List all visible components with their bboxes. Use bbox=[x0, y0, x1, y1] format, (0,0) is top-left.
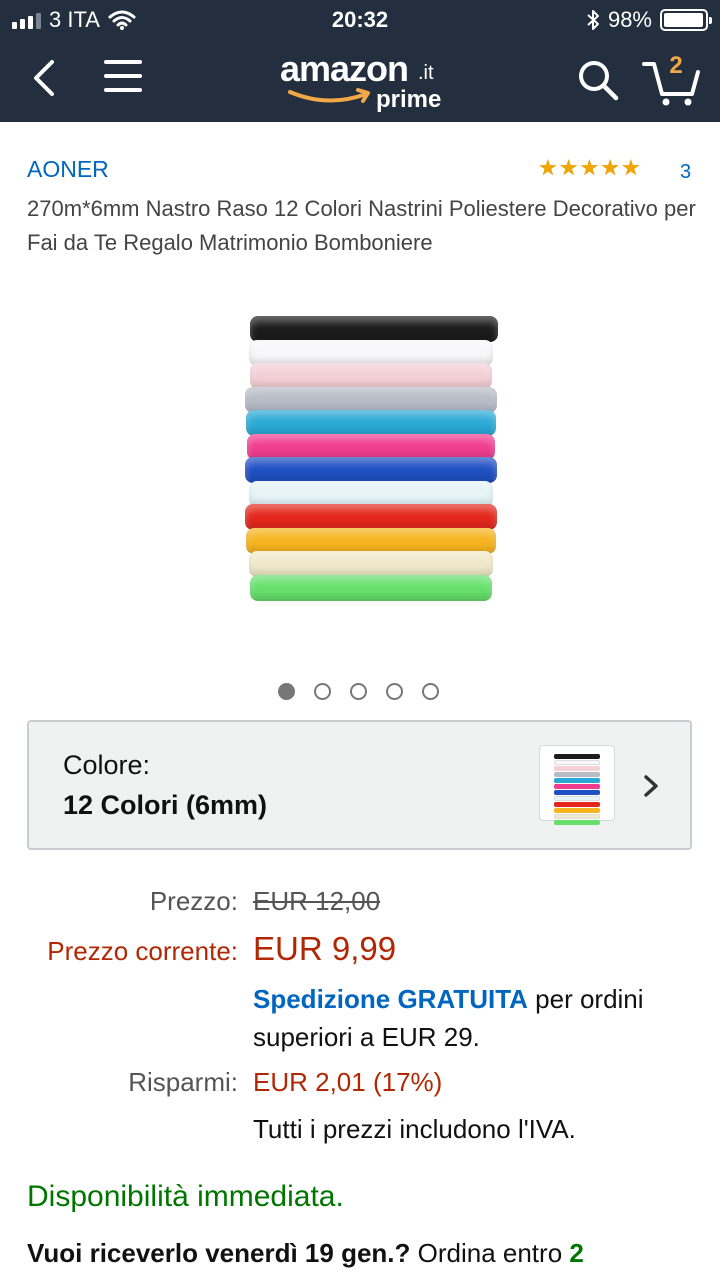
ribbon-spool bbox=[245, 386, 497, 413]
ribbon-spool bbox=[246, 410, 496, 436]
swatch-stripe bbox=[554, 814, 600, 819]
ribbon-spool bbox=[250, 316, 498, 342]
star-icon: ★ bbox=[620, 155, 641, 180]
savings-label: Risparmi: bbox=[128, 1067, 238, 1097]
bluetooth-icon bbox=[587, 10, 599, 30]
status-right: 98% bbox=[586, 7, 712, 33]
swatch-stripe bbox=[554, 766, 600, 771]
battery-icon bbox=[660, 9, 712, 31]
pager-dot[interactable] bbox=[350, 683, 367, 700]
star-icon: ★ bbox=[558, 155, 579, 180]
ribbon-spool bbox=[249, 551, 493, 577]
swatch-stripe bbox=[554, 802, 600, 807]
swatch-stripe bbox=[554, 820, 600, 825]
product-title: 270m*6mm Nastro Raso 12 Colori Nastrini … bbox=[27, 196, 696, 255]
savings-value: EUR 2,01 (17%) bbox=[253, 1067, 443, 1097]
rating-count[interactable]: 3 bbox=[680, 161, 691, 184]
pager-dot[interactable] bbox=[422, 683, 439, 700]
swatch-stripe bbox=[554, 784, 600, 789]
star-icon: ★ bbox=[600, 155, 620, 180]
ribbon-spool bbox=[245, 504, 497, 530]
ribbon-spool bbox=[245, 457, 497, 483]
ribbon-spool bbox=[250, 574, 492, 601]
star-icon: ★ bbox=[579, 155, 600, 180]
pager-dot[interactable] bbox=[314, 683, 331, 700]
list-price-value: EUR 12,00 bbox=[253, 886, 381, 916]
pager-dot[interactable] bbox=[278, 683, 295, 700]
swatch-stripe bbox=[554, 760, 600, 765]
status-bar: 3 ITA 20:32 98% bbox=[0, 0, 720, 40]
delivery-countdown: 2 bbox=[569, 1238, 584, 1268]
swatch-stripe bbox=[554, 796, 600, 801]
list-price-label: Prezzo: bbox=[149, 886, 238, 916]
color-selector[interactable]: Colore: 12 Colori (6mm) bbox=[27, 720, 692, 850]
ribbon-spool bbox=[247, 433, 495, 460]
selector-label: Colore: bbox=[63, 750, 151, 780]
ribbon-spool bbox=[249, 339, 493, 366]
cart-count-badge: 2 bbox=[669, 52, 683, 79]
vat-note: Tutti i prezzi includono l'IVA. bbox=[253, 1114, 576, 1144]
nav-bar: amazon .it prime 2 bbox=[0, 40, 720, 122]
cart-button[interactable]: 2 bbox=[640, 52, 702, 106]
ribbon-spool bbox=[250, 363, 492, 389]
search-icon[interactable] bbox=[576, 58, 620, 102]
free-shipping-link[interactable]: Spedizione GRATUITA bbox=[253, 984, 528, 1014]
availability-status: Disponibilità immediata. bbox=[27, 1180, 344, 1213]
top-bar: 3 ITA 20:32 98% amazon .it prime 2 bbox=[0, 0, 720, 122]
shipping-info: Spedizione GRATUITA per ordini superiori… bbox=[253, 980, 693, 1056]
battery-fill bbox=[664, 13, 703, 27]
smile-arrow-icon bbox=[288, 88, 370, 103]
selector-value: 12 Colori (6mm) bbox=[63, 790, 268, 820]
ribbon-spool bbox=[249, 480, 493, 507]
chevron-right-icon bbox=[644, 775, 658, 797]
back-arrow-icon[interactable] bbox=[26, 56, 66, 100]
rating-stars[interactable]: ★ ★ ★ ★ ★ bbox=[538, 156, 641, 180]
star-icon: ★ bbox=[538, 155, 558, 180]
delivery-question: Vuoi riceverlo venerdì 19 gen.? bbox=[27, 1238, 411, 1268]
ribbon-spool bbox=[246, 527, 496, 554]
logo-prime: prime bbox=[376, 86, 442, 113]
delivery-text: Ordina entro bbox=[410, 1238, 570, 1268]
amazon-prime-logo[interactable]: amazon .it prime bbox=[280, 48, 450, 118]
swatch-stripe bbox=[554, 790, 600, 795]
image-pager[interactable] bbox=[278, 683, 439, 700]
delivery-info: Vuoi riceverlo venerdì 19 gen.? Ordina e… bbox=[27, 1234, 697, 1272]
pager-dot[interactable] bbox=[386, 683, 403, 700]
selected-color-thumbnail bbox=[539, 745, 615, 825]
battery-percent: 98% bbox=[607, 7, 652, 32]
product-image[interactable] bbox=[240, 312, 502, 612]
swatch-stripe bbox=[554, 778, 600, 783]
menu-icon[interactable] bbox=[104, 60, 142, 96]
swatch-stripe bbox=[554, 772, 600, 777]
swatch-stripe bbox=[554, 754, 600, 759]
swatch-stripe bbox=[554, 808, 600, 813]
logo-word: amazon bbox=[280, 48, 409, 89]
current-price-value: EUR 9,99 bbox=[253, 930, 397, 967]
current-price-label: Prezzo corrente: bbox=[47, 936, 238, 966]
logo-tld: .it bbox=[418, 62, 434, 84]
brand-link[interactable]: AONER bbox=[27, 156, 109, 183]
